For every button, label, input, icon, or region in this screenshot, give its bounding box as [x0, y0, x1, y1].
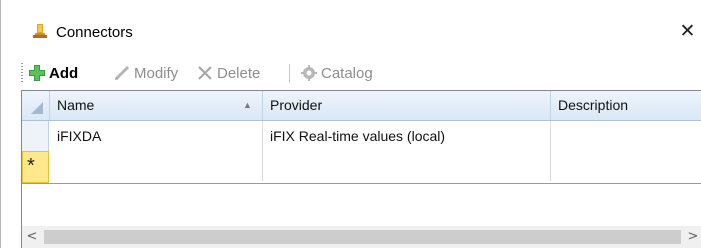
column-header-provider-label: Provider [270, 97, 323, 113]
horizontal-scrollbar[interactable]: < > [21, 226, 701, 248]
cell-name[interactable]: iFIXDA [50, 121, 263, 151]
new-cell-name[interactable] [50, 151, 263, 181]
delete-button[interactable]: Delete [196, 60, 260, 86]
column-header-name[interactable]: Name ▲ [50, 91, 263, 120]
add-button[interactable]: Add [28, 60, 78, 86]
plus-icon [29, 65, 45, 81]
column-header-description-label: Description [558, 97, 629, 113]
toolbar: Add Modify Delete Catalog [21, 60, 701, 86]
cell-provider[interactable]: iFIX Real-time values (local) [263, 121, 551, 151]
sort-ascending-icon: ▲ [243, 100, 252, 110]
cell-description[interactable] [551, 121, 701, 151]
toolbar-grip[interactable] [21, 63, 23, 83]
corner-triangle-icon [31, 102, 43, 114]
new-row[interactable]: * [22, 151, 701, 183]
scroll-left-button[interactable]: < [22, 226, 42, 248]
delete-x-icon [198, 66, 212, 80]
scroll-thumb[interactable] [44, 230, 681, 244]
new-cell-description[interactable] [551, 151, 701, 181]
catalog-button[interactable]: Catalog [300, 60, 373, 86]
row-header[interactable] [22, 121, 49, 151]
close-icon: ✕ [679, 20, 696, 42]
scroll-right-button[interactable]: > [683, 226, 701, 248]
column-header-provider[interactable]: Provider [263, 91, 551, 120]
chevron-left-icon: < [26, 229, 38, 244]
select-all-corner[interactable] [22, 91, 50, 120]
grid-header: Name ▲ Provider Description [22, 91, 701, 121]
gear-icon [301, 65, 317, 81]
connectors-window: Connectors ✕ Add Modify Delete Catalog N… [0, 0, 701, 248]
close-button[interactable]: ✕ [673, 14, 701, 48]
catalog-label: Catalog [321, 64, 373, 82]
modify-label: Modify [134, 64, 179, 82]
column-header-name-label: Name [57, 97, 95, 113]
modify-button[interactable]: Modify [113, 60, 178, 86]
new-cell-provider[interactable] [263, 151, 551, 181]
title-bar: Connectors ✕ [1, 0, 701, 52]
pencil-icon [114, 65, 130, 81]
toolbar-separator [289, 64, 290, 83]
connectors-grid[interactable]: Name ▲ Provider Description iFIXDA iFIX … [21, 90, 701, 184]
new-row-header[interactable]: * [22, 151, 49, 183]
chevron-right-icon: > [687, 229, 699, 244]
delete-label: Delete [217, 64, 261, 82]
table-row[interactable]: iFIXDA iFIX Real-time values (local) [22, 121, 701, 152]
column-header-description[interactable]: Description [551, 91, 701, 120]
grid-empty-area [21, 184, 701, 226]
connector-icon [33, 24, 47, 38]
new-row-asterisk-icon: * [27, 155, 35, 177]
window-title: Connectors [56, 24, 133, 41]
add-label: Add [49, 64, 79, 82]
